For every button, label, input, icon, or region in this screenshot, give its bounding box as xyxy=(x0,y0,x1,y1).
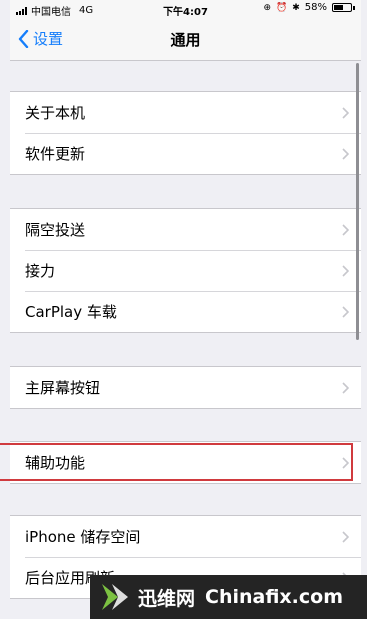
status-bar: 中国电信 4G 下午4:07 ⊕ ⏰ ✱ 58% xyxy=(10,0,361,18)
row-accessibility[interactable]: 辅助功能 xyxy=(10,442,361,483)
battery-percent: 58% xyxy=(304,2,327,13)
watermark-brand: 迅维网 xyxy=(138,587,196,610)
scrollbar[interactable] xyxy=(356,63,359,340)
status-right: ⊕ ⏰ ✱ 58% xyxy=(263,2,355,13)
chevron-right-icon xyxy=(342,306,349,318)
chevron-right-icon xyxy=(342,148,349,160)
settings-group-home-button: 主屏幕按钮 xyxy=(10,366,361,409)
row-label: 关于本机 xyxy=(25,104,86,122)
chevron-right-icon xyxy=(342,265,349,277)
row-handoff[interactable]: 接力 xyxy=(10,250,361,291)
settings-group-connectivity: 隔空投送 接力 CarPlay 车载 xyxy=(10,208,361,333)
row-label: 主屏幕按钮 xyxy=(25,379,101,397)
row-label: 隔空投送 xyxy=(25,221,86,239)
row-airdrop[interactable]: 隔空投送 xyxy=(10,209,361,250)
row-label: 软件更新 xyxy=(25,145,86,163)
battery-fill xyxy=(334,5,343,10)
chevron-right-icon xyxy=(342,224,349,236)
bluetooth-icon: ✱ xyxy=(292,2,300,13)
chevron-right-icon xyxy=(342,457,349,469)
orientation-lock-icon: ⊕ xyxy=(263,2,271,13)
watermark: 迅维网 Chinafix.com xyxy=(90,575,367,619)
settings-list[interactable]: 关于本机 软件更新 隔空投送 接力 CarPlay 车载 主屏幕按钮 辅助功能 … xyxy=(10,61,361,619)
battery-icon xyxy=(332,3,355,12)
row-software-update[interactable]: 软件更新 xyxy=(10,133,361,174)
row-label: CarPlay 车载 xyxy=(25,303,117,321)
chevron-right-icon xyxy=(342,531,349,543)
row-carplay[interactable]: CarPlay 车载 xyxy=(10,291,361,332)
row-label: 接力 xyxy=(25,262,56,280)
row-label: iPhone 储存空间 xyxy=(25,528,141,546)
settings-screen: 中国电信 4G 下午4:07 ⊕ ⏰ ✱ 58% 设置 通用 关于本机 软件更新… xyxy=(10,0,361,619)
chevron-right-icon xyxy=(342,382,349,394)
row-iphone-storage[interactable]: iPhone 储存空间 xyxy=(10,516,361,557)
row-home-button[interactable]: 主屏幕按钮 xyxy=(10,367,361,408)
watermark-site: Chinafix.com xyxy=(205,586,344,608)
row-about[interactable]: 关于本机 xyxy=(10,92,361,133)
watermark-logo-icon xyxy=(102,584,128,610)
page-title: 通用 xyxy=(170,31,201,49)
settings-group-about: 关于本机 软件更新 xyxy=(10,91,361,175)
alarm-icon: ⏰ xyxy=(276,2,288,13)
chevron-right-icon xyxy=(342,107,349,119)
settings-group-accessibility: 辅助功能 xyxy=(10,441,361,484)
row-label: 辅助功能 xyxy=(25,454,86,472)
navigation-bar: 设置 通用 xyxy=(10,18,361,61)
